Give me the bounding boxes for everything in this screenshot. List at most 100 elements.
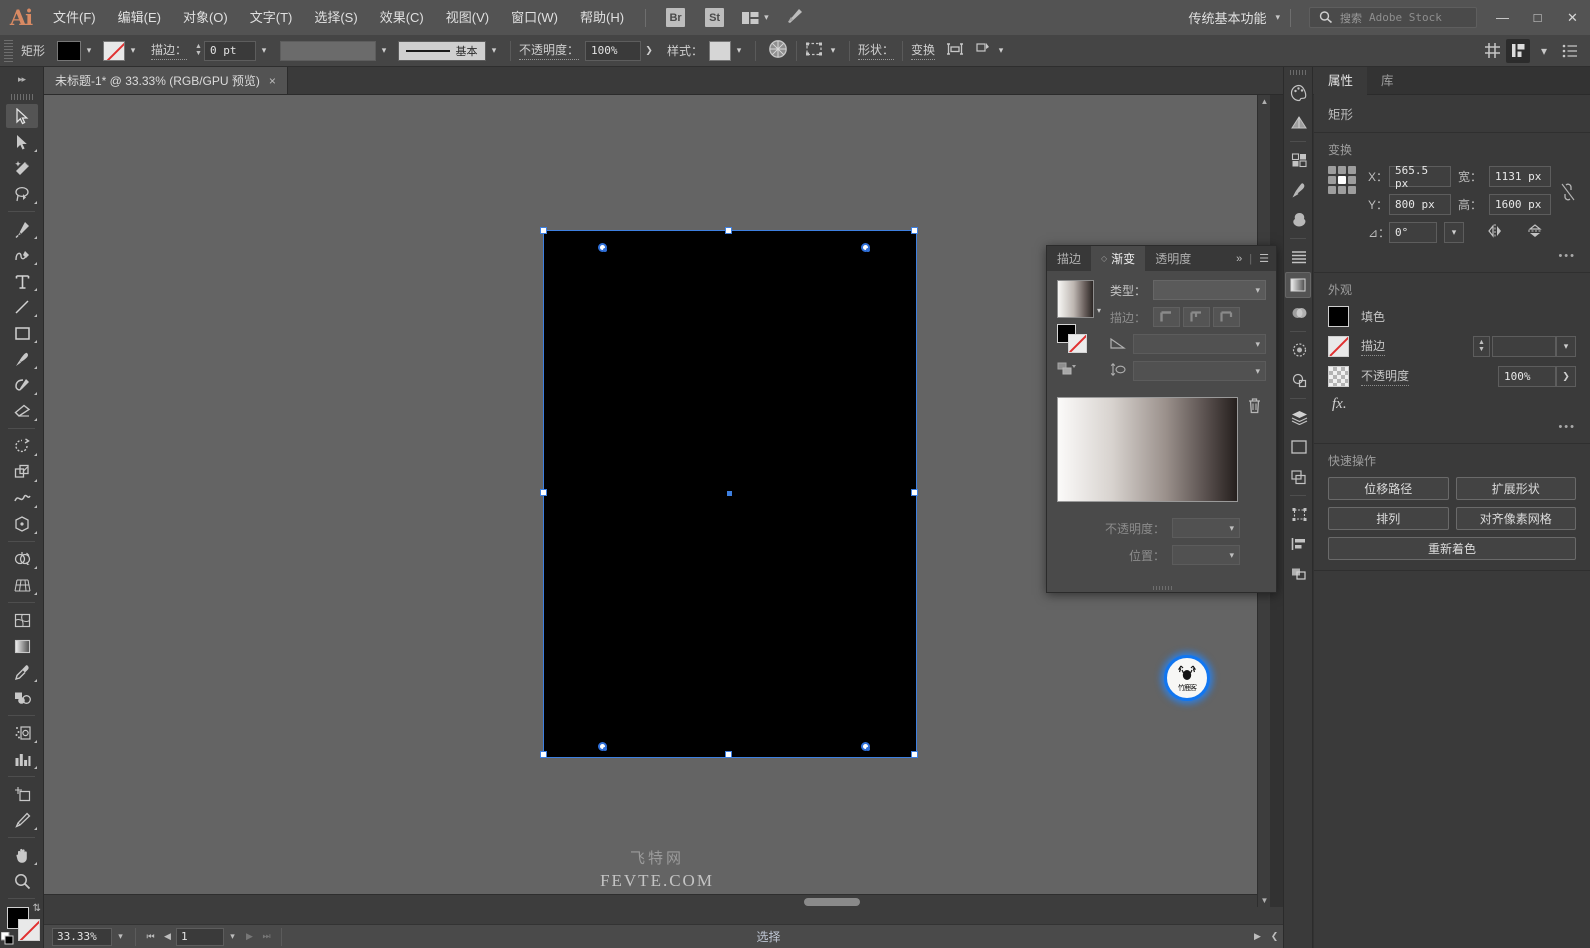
- scroll-up-arrow[interactable]: ▲: [1258, 95, 1270, 108]
- gradient-presets-dropdown-icon[interactable]: ▾: [1097, 306, 1101, 315]
- stroke-color-swatch[interactable]: [103, 40, 126, 61]
- appearance-panel-icon[interactable]: [1284, 335, 1314, 365]
- free-transform-tool[interactable]: [0, 511, 44, 537]
- swatches-panel-icon[interactable]: [1284, 145, 1314, 175]
- appearance-stroke-label[interactable]: 描边: [1361, 337, 1386, 356]
- asset-export-panel-icon[interactable]: [1284, 462, 1314, 492]
- gradient-fill-stroke-control[interactable]: [1057, 324, 1099, 358]
- add-effect-fx-icon[interactable]: fx.: [1328, 396, 1576, 413]
- color-panel-icon[interactable]: [1284, 78, 1314, 108]
- stroke-weight-dropdown-icon[interactable]: ▾: [256, 41, 272, 61]
- toolbar-stroke-swatch[interactable]: [18, 919, 40, 941]
- corner-radius-widget-tr[interactable]: [861, 243, 870, 252]
- window-maximize-button[interactable]: □: [1520, 0, 1555, 35]
- prev-artboard-button[interactable]: ◀: [159, 927, 176, 947]
- tab-stroke[interactable]: 描边: [1047, 246, 1091, 271]
- stock-app-icon[interactable]: St: [705, 8, 725, 27]
- x-input[interactable]: 565.5 px: [1389, 164, 1451, 190]
- paintbrush-tool[interactable]: [0, 346, 44, 372]
- overflow-tabs-icon[interactable]: »: [1236, 253, 1242, 265]
- opacity-expand-icon[interactable]: ❯: [1556, 366, 1576, 387]
- reverse-gradient-icon[interactable]: [1057, 362, 1101, 380]
- corner-radius-widget-br[interactable]: [861, 742, 870, 751]
- select-similar-dropdown-icon[interactable]: ▾: [825, 41, 841, 61]
- blend-tool[interactable]: [0, 685, 44, 711]
- discover-rocket-icon[interactable]: [785, 7, 805, 28]
- symbols-panel-icon[interactable]: [1284, 205, 1314, 235]
- stroke-variable-width-select[interactable]: [279, 40, 376, 61]
- bridge-app-icon[interactable]: Br: [666, 8, 686, 27]
- document-tab[interactable]: 未标题-1* @ 33.33% (RGB/GPU 预览) ×: [44, 67, 288, 94]
- zoom-level-input[interactable]: 33.33%: [52, 927, 112, 946]
- window-close-button[interactable]: ✕: [1555, 0, 1590, 35]
- pen-tool[interactable]: [0, 216, 44, 242]
- gradient-location-select[interactable]: ▾: [1172, 545, 1240, 565]
- recolor-button[interactable]: 重新着色: [1328, 537, 1576, 560]
- next-artboard-button[interactable]: ▶: [241, 927, 258, 947]
- curvature-tool[interactable]: [0, 242, 44, 268]
- width-tool[interactable]: [0, 485, 44, 511]
- align-grid-icon[interactable]: [1480, 39, 1504, 63]
- canvas-horizontal-scrollbar[interactable]: [44, 894, 1257, 907]
- stock-search-input[interactable]: 搜索 Adobe Stock: [1309, 7, 1477, 28]
- hand-tool[interactable]: [0, 842, 44, 868]
- corner-radius-widget-tl[interactable]: [598, 243, 607, 252]
- stroke-profile-dropdown-icon[interactable]: ▾: [486, 41, 502, 61]
- shaper-tool[interactable]: [0, 372, 44, 398]
- toolbar-expand-button[interactable]: ▸▸: [0, 67, 43, 91]
- default-fill-stroke-icon[interactable]: [0, 931, 14, 948]
- tab-libraries[interactable]: 库: [1367, 67, 1408, 95]
- align-panel-icon[interactable]: [1284, 529, 1314, 559]
- fill-color-swatch[interactable]: [57, 40, 82, 61]
- align-objects-icon[interactable]: [945, 41, 965, 60]
- height-input[interactable]: 1600 px: [1489, 194, 1552, 215]
- menu-help[interactable]: 帮助(H): [569, 0, 635, 35]
- scale-tool[interactable]: [0, 459, 44, 485]
- chevron-down-icon[interactable]: ▾: [1532, 39, 1556, 63]
- gradient-panel-icon[interactable]: [1285, 272, 1311, 298]
- gradient-opacity-select[interactable]: ▾: [1172, 518, 1240, 538]
- menu-select[interactable]: 选择(S): [303, 0, 368, 35]
- tab-gradient[interactable]: ◇ 渐变: [1091, 246, 1146, 271]
- offset-path-button[interactable]: 位移路径: [1328, 477, 1449, 500]
- link-broken-icon[interactable]: [1560, 166, 1576, 205]
- gradient-preview-swatch[interactable]: [1057, 280, 1094, 318]
- gradient-panel[interactable]: 描边 ◇ 渐变 透明度 » | ☰ ▾ 类型： ▾ 描边： ▾ ▾ 不透明度： …: [1046, 245, 1277, 593]
- style-dropdown-icon[interactable]: ▾: [731, 41, 747, 61]
- reference-point-selector[interactable]: [1328, 166, 1356, 194]
- horizontal-scroll-thumb[interactable]: [804, 898, 860, 906]
- symbol-sprayer-tool[interactable]: [0, 720, 44, 746]
- select-similar-icon[interactable]: [805, 41, 825, 60]
- artboard-number-input[interactable]: 1: [176, 927, 224, 946]
- variable-width-dropdown-icon[interactable]: ▾: [376, 41, 392, 61]
- status-collapse-icon[interactable]: ❮: [1266, 927, 1283, 947]
- selection-tool[interactable]: [0, 103, 44, 129]
- pathfinder-panel-icon[interactable]: [1284, 559, 1314, 589]
- stroke-dropdown-icon[interactable]: ▾: [125, 41, 141, 61]
- gradient-slider[interactable]: [1057, 397, 1238, 502]
- stroke-across-icon[interactable]: [1213, 307, 1241, 327]
- rectangle-tool[interactable]: [0, 320, 44, 346]
- rotate-angle-input[interactable]: 0°: [1389, 222, 1437, 243]
- swap-fill-stroke-icon[interactable]: ⇅: [33, 903, 41, 914]
- flip-vertical-icon[interactable]: [1526, 223, 1544, 242]
- artboards-panel-icon[interactable]: [1284, 432, 1314, 462]
- first-artboard-button[interactable]: ⏮: [142, 927, 159, 947]
- recolor-artwork-icon[interactable]: [768, 39, 788, 62]
- scroll-down-arrow[interactable]: ▼: [1258, 894, 1270, 907]
- shape-builder-tool[interactable]: [0, 546, 44, 572]
- tab-properties[interactable]: 属性: [1314, 67, 1368, 95]
- arrange-button[interactable]: 排列: [1328, 507, 1449, 530]
- status-menu-arrow-icon[interactable]: ▶: [1249, 927, 1266, 947]
- lasso-tool[interactable]: [0, 181, 44, 207]
- stroke-weight-input[interactable]: 0 pt: [203, 40, 256, 61]
- appearance-opacity-input[interactable]: 100%: [1498, 366, 1556, 387]
- window-minimize-button[interactable]: —: [1485, 0, 1520, 35]
- direct-selection-tool[interactable]: [0, 129, 44, 155]
- menu-effect[interactable]: 效果(C): [369, 0, 435, 35]
- eraser-tool[interactable]: [0, 398, 44, 424]
- tab-transparency[interactable]: 透明度: [1145, 246, 1201, 271]
- perspective-grid-tool[interactable]: [0, 572, 44, 598]
- zoom-tool[interactable]: [0, 868, 44, 894]
- arrange-panel-icon[interactable]: [1506, 38, 1530, 63]
